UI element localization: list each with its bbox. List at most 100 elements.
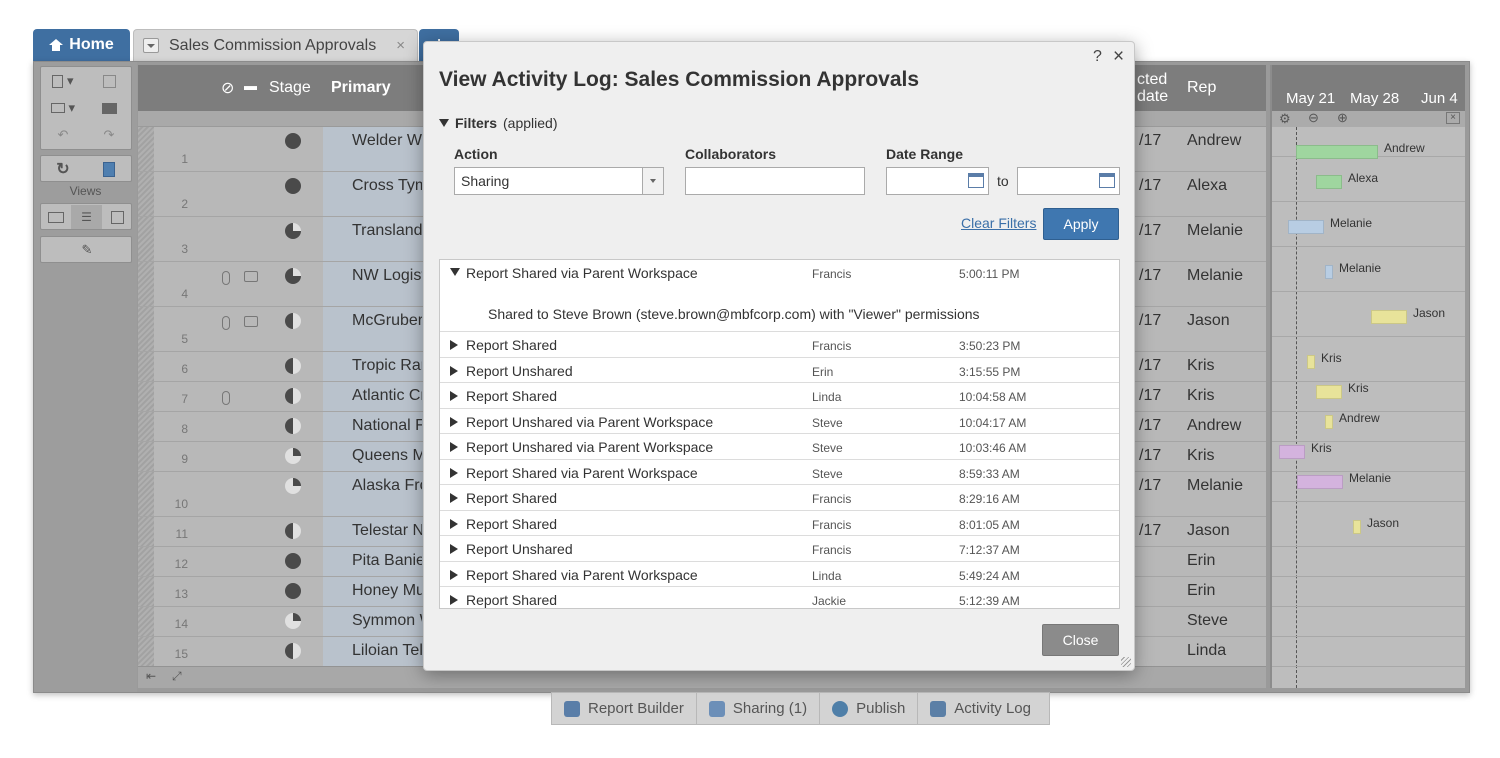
primary-cell[interactable]: Queens M (352, 447, 422, 465)
log-entry[interactable]: Report Shared via Parent Workspace Linda 5… (440, 562, 1119, 587)
gantt-bar[interactable] (1316, 175, 1342, 189)
comment-icon[interactable] (244, 271, 258, 282)
primary-cell[interactable]: Symmon W (352, 612, 422, 630)
date-cell[interactable]: /17 (1139, 477, 1161, 495)
primary-cell[interactable]: McGruber (352, 312, 422, 330)
primary-cell[interactable]: Alaska Fro (352, 477, 422, 495)
expand-triangle-icon[interactable] (450, 569, 458, 580)
rep-cell[interactable]: Andrew (1187, 417, 1241, 435)
log-entry[interactable]: Report Shared via Parent Workspace Franci… (440, 260, 1119, 332)
gantt-bar[interactable] (1297, 475, 1343, 489)
primary-cell[interactable]: NW Logist (352, 267, 422, 285)
expand-triangle-icon[interactable] (450, 493, 458, 503)
primary-cell[interactable]: Cross Tym (352, 177, 422, 195)
date-cell[interactable]: /17 (1139, 132, 1161, 150)
expand-triangle-icon[interactable] (450, 442, 458, 452)
redo-button[interactable]: ↷ (87, 123, 131, 147)
bottom-tab-sharing[interactable]: Sharing (1) (697, 693, 821, 724)
rep-cell[interactable]: Melanie (1187, 222, 1243, 240)
zoom-in-icon[interactable]: ⊕ (1337, 110, 1348, 126)
comment-icon[interactable] (244, 316, 258, 327)
calendar-view-button[interactable] (102, 205, 132, 229)
new-sheet-button[interactable]: ▾ (41, 69, 85, 93)
home-tab[interactable]: Home (33, 29, 130, 61)
rep-cell[interactable]: Melanie (1187, 267, 1243, 285)
primary-cell[interactable]: Honey Mu (352, 582, 422, 600)
primary-cell[interactable]: Welder Wo (352, 132, 422, 150)
bottom-tab-report-builder[interactable]: Report Builder (552, 693, 697, 724)
collaborators-input[interactable] (685, 167, 865, 195)
highlight-button[interactable]: ✎ (65, 238, 109, 262)
expand-triangle-icon[interactable] (450, 416, 458, 427)
tab-menu-dropdown-icon[interactable] (143, 38, 159, 53)
gantt-bar[interactable] (1296, 145, 1378, 159)
rep-cell[interactable]: Alexa (1187, 177, 1227, 195)
column-header-stage[interactable]: Stage (269, 79, 311, 97)
primary-cell[interactable]: Liloian Tele (352, 642, 422, 660)
primary-cell[interactable]: Atlantic Cr (352, 387, 422, 405)
undo-button[interactable]: ↶ (41, 123, 85, 147)
rep-cell[interactable]: Erin (1187, 552, 1215, 570)
rep-cell[interactable]: Kris (1187, 357, 1215, 375)
resize-grip-icon[interactable] (1121, 657, 1131, 667)
collapse-triangle-icon[interactable] (450, 268, 460, 276)
rep-cell[interactable]: Linda (1187, 642, 1226, 660)
email-button[interactable]: ▾ (41, 96, 85, 120)
sheet-tab[interactable]: Sales Commission Approvals × (133, 29, 418, 61)
date-cell[interactable]: /17 (1139, 387, 1161, 405)
expand-triangle-icon[interactable] (450, 595, 458, 605)
calendar-icon[interactable] (968, 173, 984, 188)
rep-cell[interactable]: Melanie (1187, 477, 1243, 495)
expand-triangle-icon[interactable] (450, 391, 458, 401)
date-cell[interactable]: /17 (1139, 222, 1161, 240)
primary-cell[interactable]: Pita Banie (352, 552, 422, 570)
rep-cell[interactable]: Jason (1187, 312, 1230, 330)
save-button[interactable] (87, 69, 131, 93)
gantt-bar[interactable] (1288, 220, 1324, 234)
column-header-primary[interactable]: Primary (331, 79, 391, 97)
action-select[interactable]: Sharing (454, 167, 664, 195)
date-cell[interactable]: /17 (1139, 312, 1161, 330)
chevron-down-icon[interactable] (642, 168, 663, 194)
log-entry[interactable]: Report Shared via Parent Workspace Steve 8… (440, 460, 1119, 485)
gantt-bar[interactable] (1307, 355, 1315, 369)
gantt-bar[interactable] (1279, 445, 1305, 459)
bottom-tab-activity-log[interactable]: Activity Log (918, 693, 1043, 724)
gantt-bar[interactable] (1316, 385, 1342, 399)
gantt-bar[interactable] (1325, 265, 1333, 279)
refresh-button[interactable]: ↻ (41, 157, 85, 181)
log-entry[interactable]: Report Shared Francis 3:50:23 PM (440, 332, 1119, 358)
date-to-input[interactable] (1017, 167, 1120, 195)
date-cell[interactable]: /17 (1139, 417, 1161, 435)
date-cell[interactable]: /17 (1139, 447, 1161, 465)
gantt-bar[interactable] (1353, 520, 1361, 534)
rep-cell[interactable]: Kris (1187, 447, 1215, 465)
paperclip-icon[interactable] (222, 271, 230, 285)
close-button[interactable]: Close (1042, 624, 1119, 656)
calendar-icon[interactable] (1099, 173, 1115, 188)
fullscreen-icon[interactable]: ⤢ (172, 669, 182, 684)
rep-cell[interactable]: Jason (1187, 522, 1230, 540)
help-button[interactable]: ? (1093, 48, 1102, 66)
apply-button[interactable]: Apply (1043, 208, 1119, 240)
log-entry[interactable]: Report Shared Linda 10:04:58 AM (440, 383, 1119, 409)
rep-cell[interactable]: Steve (1187, 612, 1228, 630)
log-entry[interactable]: Report Shared Francis 8:01:05 AM (440, 511, 1119, 536)
clear-filters-link[interactable]: Clear Filters (961, 215, 1036, 231)
primary-cell[interactable]: Tropic Rar (352, 357, 422, 375)
rep-cell[interactable]: Kris (1187, 387, 1215, 405)
log-entry[interactable]: Report Unshared Erin 3:15:55 PM (440, 358, 1119, 383)
date-from-input[interactable] (886, 167, 989, 195)
rep-cell[interactable]: Erin (1187, 582, 1215, 600)
gantt-view-button[interactable]: ☰ (71, 205, 102, 229)
column-header-date[interactable]: cted date (1137, 71, 1168, 105)
report-builder-toolbar-button[interactable] (87, 157, 131, 181)
primary-cell[interactable]: Telestar Na (352, 522, 422, 540)
grid-view-button[interactable] (41, 205, 71, 229)
paperclip-icon[interactable] (222, 316, 230, 330)
log-entry[interactable]: Report Unshared via Parent Workspace Stev… (440, 434, 1119, 460)
expand-triangle-icon[interactable] (450, 365, 458, 376)
log-entry[interactable]: Report Unshared Francis 7:12:37 AM (440, 536, 1119, 562)
expand-triangle-icon[interactable] (450, 340, 458, 350)
log-entry[interactable]: Report Shared Jackie 5:12:39 AM (440, 587, 1119, 608)
